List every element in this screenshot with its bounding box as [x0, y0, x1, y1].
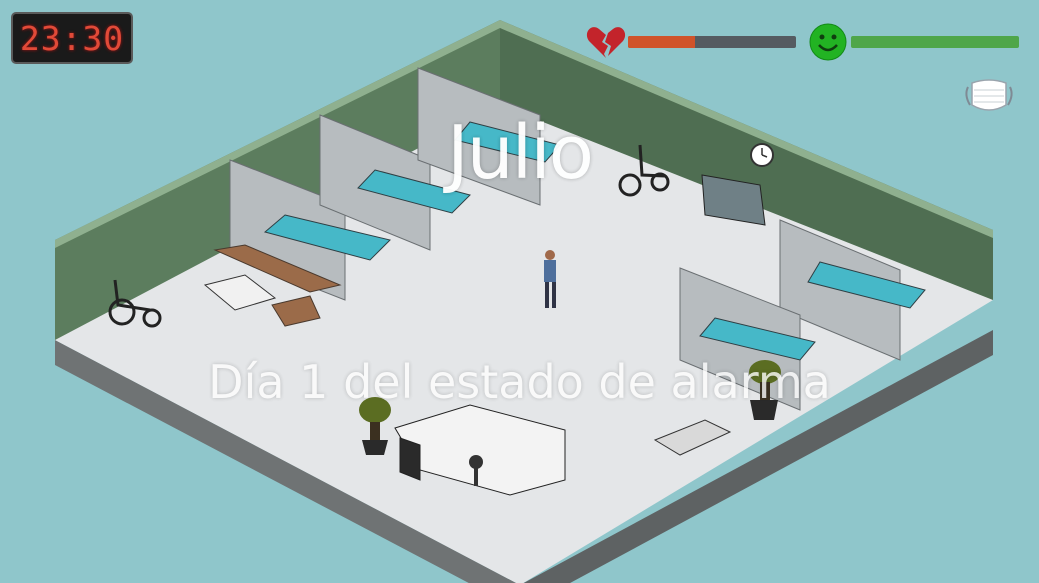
- mood-bar-fill: [851, 36, 1019, 48]
- health-bar-fill: [628, 36, 696, 48]
- game-clock: 23:30: [11, 12, 133, 64]
- broken-heart-icon: [586, 27, 626, 58]
- face-mask-icon[interactable]: [962, 75, 1016, 117]
- smiley-face-icon: [809, 23, 847, 61]
- hospital-ward-scene: [55, 20, 993, 583]
- health-bar: [628, 36, 796, 48]
- wall-clock-icon: [750, 143, 774, 167]
- mood-bar: [851, 36, 1019, 48]
- clock-time: 23:30: [19, 18, 125, 58]
